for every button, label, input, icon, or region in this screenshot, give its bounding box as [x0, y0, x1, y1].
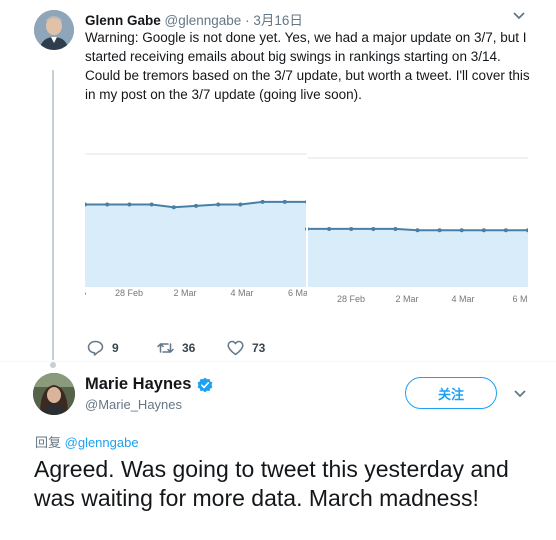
tweet1-chart-image[interactable]: › 28 Feb 2 Mar 4 Mar 6 Ma 28 Feb 2 Mar 4 Mar 6 M [85, 104, 528, 326]
like-count: 73 [252, 341, 266, 355]
chart-point-2-2 [327, 226, 332, 231]
chart-point-1-6 [194, 203, 198, 208]
chart-area-1 [85, 201, 307, 287]
chart-point-1-8 [238, 202, 243, 207]
chart-point-1-5 [171, 205, 176, 210]
chart-point-1-10 [282, 199, 287, 204]
chart-point-2-6 [415, 228, 420, 233]
chart-panel-bg-2 [307, 104, 528, 326]
thread-connector-line [52, 70, 54, 360]
chart-point-2-10 [503, 228, 508, 233]
chart-point-2-9 [481, 228, 486, 233]
chart-tick-label-2-2: 2 Mar [395, 294, 418, 304]
tweet2-author: Marie Haynes [85, 375, 213, 394]
chart-area-2 [307, 228, 528, 287]
heart-icon [227, 340, 244, 356]
reply-button[interactable]: 9 [87, 340, 119, 356]
chevron-down-icon[interactable] [513, 389, 527, 398]
tweet1-date[interactable]: 3月16日 [253, 13, 303, 28]
chart-point-1-3 [127, 202, 132, 207]
reply-count: 9 [112, 341, 119, 355]
retweet-icon [157, 343, 174, 353]
chart-tick-label-2-4: 6 M [512, 294, 527, 304]
tweet1-header: Glenn Gabe @glenngabe · 3月16日 [85, 9, 303, 29]
chevron-down-icon[interactable] [512, 11, 526, 21]
chart-tick-label-2-3: 4 Mar [451, 294, 474, 304]
reply-icon [87, 340, 104, 356]
verified-badge-icon [197, 377, 213, 392]
follow-button[interactable]: 关注 [405, 377, 497, 409]
chart-point-1-7 [216, 202, 221, 207]
chart-point-2-7 [437, 228, 442, 233]
tweet2-text: Agreed. Was going to tweet this yesterda… [34, 456, 509, 511]
chart-point-2-4 [371, 226, 376, 231]
chart-point-1-2 [105, 202, 110, 207]
chart-tick-label-1-1: › [85, 288, 87, 298]
thread-connector-dot [50, 362, 56, 368]
chart-tick-label-1-5: 6 Ma [288, 288, 308, 298]
chart-point-2-3 [349, 226, 354, 231]
chart-point-2-8 [459, 228, 464, 233]
chart-tick-label-1-2: 28 Feb [115, 288, 143, 298]
retweet-count: 36 [182, 341, 196, 355]
chart-tick-label-1-4: 4 Mar [230, 288, 253, 298]
profile-photo-icon [33, 373, 75, 415]
chart-tick-label-1-3: 2 Mar [173, 288, 196, 298]
reply-mention-link[interactable]: @glenngabe [65, 435, 139, 450]
retweet-button[interactable]: 36 [157, 340, 195, 356]
ranking-chart: › 28 Feb 2 Mar 4 Mar 6 Ma 28 Feb 2 Mar 4 Mar 6 M [85, 104, 528, 326]
reply-prefix: 回复 [35, 435, 62, 450]
reply-to-line: 回复 @glenngabe [35, 432, 139, 451]
glenn-gabe-avatar[interactable] [34, 10, 74, 50]
chart-tick-label-2-1: 28 Feb [337, 294, 365, 304]
chart-point-1-9 [260, 199, 265, 204]
chart-point-1-4 [149, 202, 154, 207]
marie-haynes-avatar[interactable] [33, 373, 75, 415]
profile-photo-icon [34, 10, 74, 50]
like-button[interactable]: 73 [227, 340, 265, 356]
tweet2-author-handle[interactable]: @Marie_Haynes [85, 397, 182, 412]
tweet1-author-name[interactable]: Glenn Gabe [85, 13, 161, 28]
tweet2-author-name[interactable]: Marie Haynes [85, 375, 191, 394]
tweet-divider [0, 361, 556, 362]
tweet1-author-handle[interactable]: @glenngabe [165, 13, 242, 28]
tweet1-text: Warning: Google is not done yet. Yes, we… [85, 30, 530, 102]
chart-point-2-5 [393, 226, 398, 231]
